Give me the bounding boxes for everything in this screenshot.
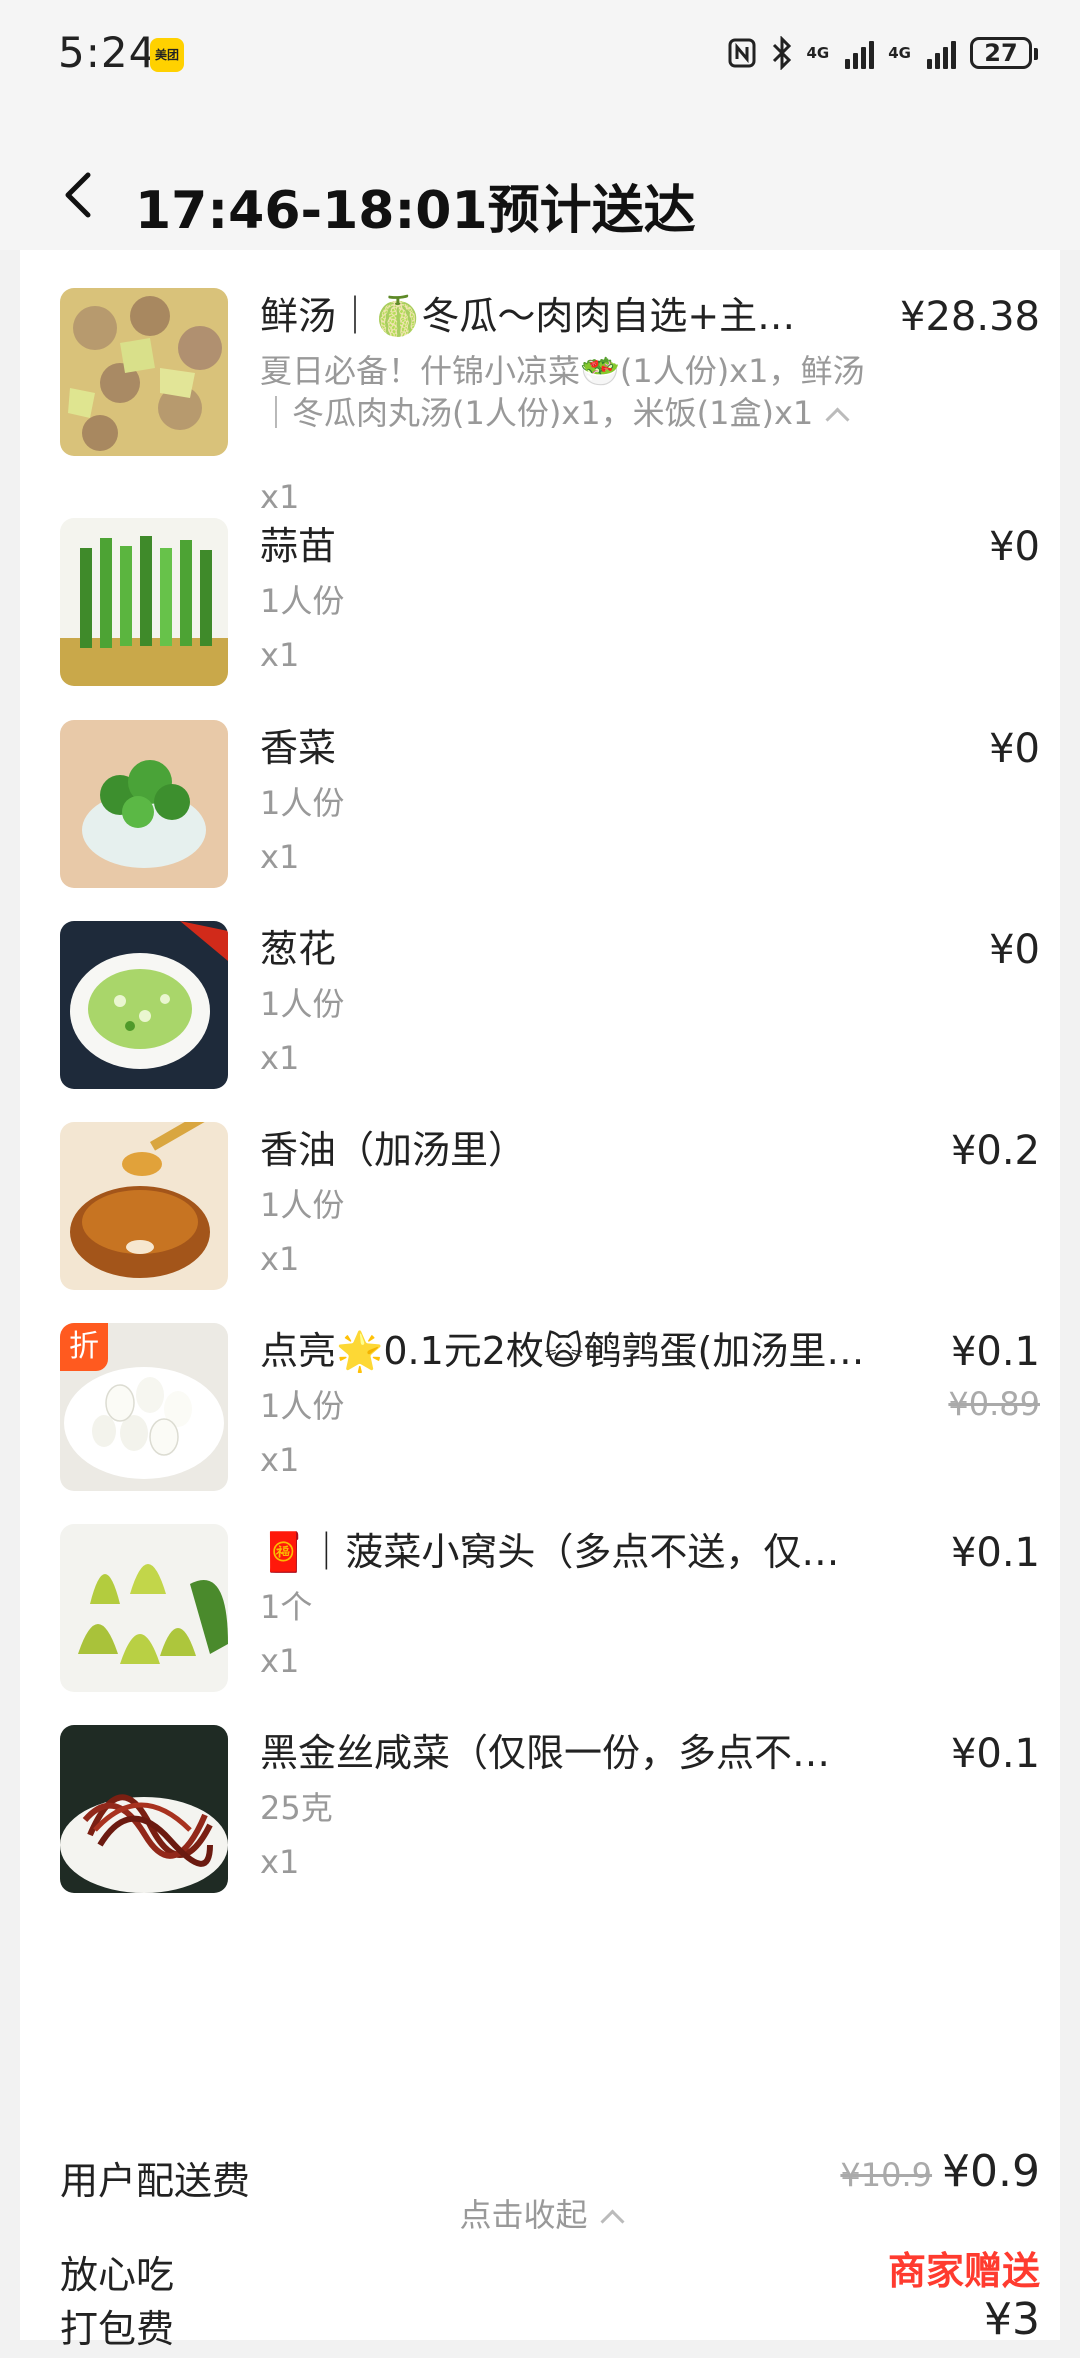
list-item[interactable]: 香油（加汤里） 1人份 x1 ¥0.2 <box>60 1122 1040 1302</box>
page-title: 17:46-18:01预计送达 <box>135 181 696 241</box>
delivery-fee-value-group: ¥10.9 ¥0.9 <box>840 2146 1040 2197</box>
status-time: 5:24 <box>58 28 157 77</box>
item-spec: 1人份 <box>260 582 345 620</box>
item-name: 黑金丝咸菜（仅限一份，多点不… <box>260 1731 831 1775</box>
item-original-price: ¥0.89 <box>948 1385 1040 1423</box>
item-spec: 夏日必备！什锦小凉菜🥗(1人份)x1，鲜汤｜冬瓜肉丸汤(1人份)x1，米饭(1盒… <box>260 350 880 434</box>
item-price: ¥28.38 <box>900 294 1040 340</box>
item-qty: x1 <box>260 1843 300 1881</box>
item-spec: 1人份 <box>260 985 345 1023</box>
item-name: 🧧｜菠菜小窝头（多点不送，仅… <box>260 1530 840 1574</box>
delivery-fee-label: 用户配送费 <box>60 2159 251 2203</box>
status-icons: 4G 4G 27 <box>727 30 1038 76</box>
nfc-icon <box>728 38 755 68</box>
item-price: ¥0.1 <box>950 1731 1040 1777</box>
item-name: 鲜汤｜🍈冬瓜～肉肉自选+主… <box>260 294 796 338</box>
delivery-fee-original: ¥10.9 <box>840 2156 933 2194</box>
packing-fee-label: 打包费 <box>60 2307 175 2351</box>
signal-1-icon <box>845 37 875 69</box>
safe-eat-row: 放心吃 商家赠送 <box>60 2244 1040 2304</box>
item-image-winter-melon-soup <box>60 288 228 456</box>
item-image-coriander <box>60 720 228 888</box>
chevron-up-icon[interactable] <box>825 406 850 432</box>
item-image-spinach-wotou <box>60 1524 228 1692</box>
delivery-fee-row: 用户配送费 ¥10.9 ¥0.9 <box>60 2146 1040 2210</box>
battery-icon: 27 <box>970 37 1038 69</box>
item-spec: 1人份 <box>260 1186 345 1224</box>
item-price: ¥0 <box>989 524 1040 570</box>
safe-eat-value: 商家赠送 <box>887 2249 1040 2293</box>
item-qty: x1 <box>260 1039 300 1077</box>
packing-fee-row: 打包费 ¥3 <box>60 2294 1040 2358</box>
bluetooth-icon <box>772 36 791 70</box>
item-spec-text: 夏日必备！什锦小凉菜🥗(1人份)x1，鲜汤｜冬瓜肉丸汤(1人份)x1，米饭(1盒… <box>260 352 865 432</box>
page-header: 17:46-18:01预计送达 <box>0 110 1080 250</box>
signal-2-icon <box>927 37 956 69</box>
discount-tag: 折 <box>60 1323 108 1371</box>
item-image-pickled-vegetable <box>60 1725 228 1893</box>
app-badge: 美团 <box>150 38 184 72</box>
item-image-sesame-oil <box>60 1122 228 1290</box>
item-name: 葱花 <box>260 927 337 971</box>
item-price: ¥0.1 <box>950 1329 1040 1375</box>
item-spec: 25克 <box>260 1789 333 1827</box>
battery-level: 27 <box>984 39 1018 67</box>
order-items-card: 鲜汤｜🍈冬瓜～肉肉自选+主… 夏日必备！什锦小凉菜🥗(1人份)x1，鲜汤｜冬瓜肉… <box>20 250 1060 2351</box>
item-qty: x1 <box>260 1441 300 1479</box>
item-qty: x1 <box>260 478 300 516</box>
item-image-chopped-scallions <box>60 921 228 1089</box>
safe-eat-label: 放心吃 <box>60 2253 175 2297</box>
status-bar: 5:24 美团 4G 4G 27 <box>0 0 1080 110</box>
network-type-2: 4G <box>888 44 911 62</box>
item-spec: 1个 <box>260 1588 313 1626</box>
item-spec: 1人份 <box>260 784 345 822</box>
delivery-fee-value: ¥0.9 <box>942 2146 1040 2197</box>
item-spec: 1人份 <box>260 1387 345 1425</box>
back-button[interactable] <box>50 165 110 225</box>
chevron-left-icon <box>65 172 91 218</box>
network-type-1: 4G <box>806 44 830 62</box>
list-item[interactable]: 葱花 1人份 x1 ¥0 <box>60 921 1040 1101</box>
list-item[interactable]: 蒜苗 1人份 x1 ¥0 <box>60 518 1040 698</box>
list-item[interactable]: 折 点亮🌟0.1元2枚🙀鹌鹑蛋(加汤里… 1人份 x1 ¥0.1 ¥0.89 <box>60 1323 1040 1503</box>
list-item[interactable]: 🧧｜菠菜小窝头（多点不送，仅… 1个 x1 ¥0.1 <box>60 1524 1040 1704</box>
item-qty: x1 <box>260 636 300 674</box>
item-price: ¥0.2 <box>950 1128 1040 1174</box>
item-qty: x1 <box>260 838 300 876</box>
item-name: 香菜 <box>260 726 337 770</box>
item-qty: x1 <box>260 1240 300 1278</box>
item-price: ¥0 <box>989 726 1040 772</box>
item-name: 香油（加汤里） <box>260 1128 527 1172</box>
list-item[interactable]: 香菜 1人份 x1 ¥0 <box>60 720 1040 900</box>
list-item[interactable]: 鲜汤｜🍈冬瓜～肉肉自选+主… 夏日必备！什锦小凉菜🥗(1人份)x1，鲜汤｜冬瓜肉… <box>60 288 1040 516</box>
item-image-garlic-sprouts <box>60 518 228 686</box>
item-price: ¥0.1 <box>950 1530 1040 1576</box>
item-qty: x1 <box>260 1642 300 1680</box>
chevron-up-icon <box>599 2208 625 2234</box>
list-item[interactable]: 黑金丝咸菜（仅限一份，多点不… 25克 x1 ¥0.1 <box>60 1725 1040 1905</box>
item-price: ¥0 <box>989 927 1040 973</box>
item-name: 点亮🌟0.1元2枚🙀鹌鹑蛋(加汤里… <box>260 1329 865 1373</box>
item-image-quail-eggs: 折 <box>60 1323 228 1491</box>
item-name: 蒜苗 <box>260 524 337 568</box>
